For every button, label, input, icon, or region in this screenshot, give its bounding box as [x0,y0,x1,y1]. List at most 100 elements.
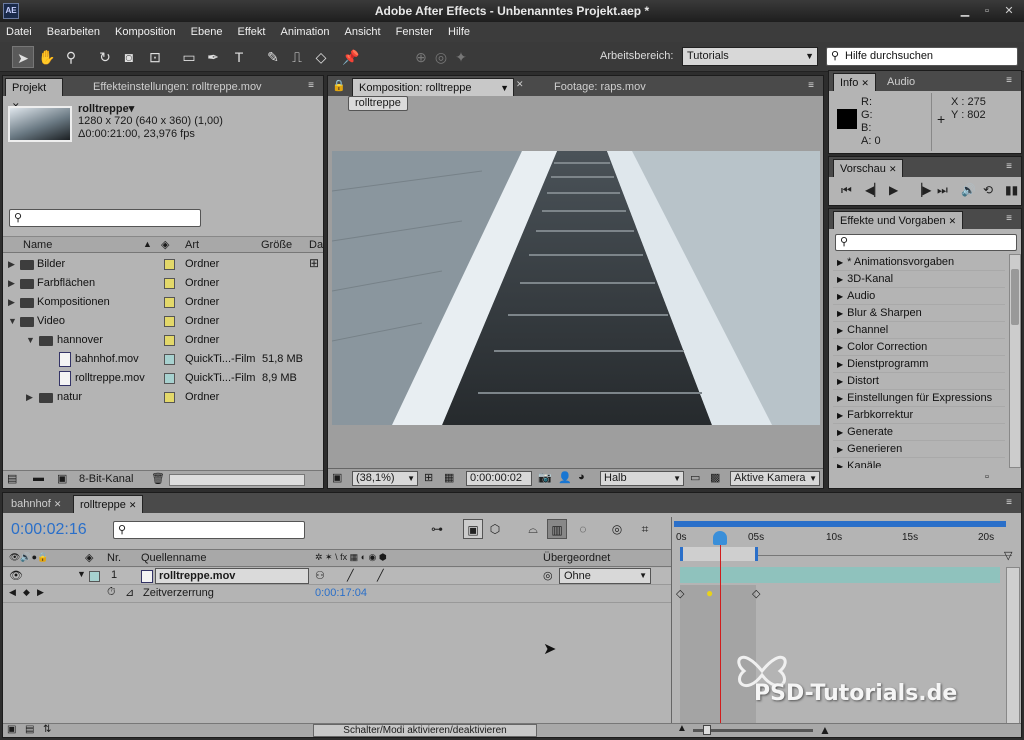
list-item[interactable]: ▶ Audio [833,288,1005,305]
col-parent[interactable]: Übergeordnet [543,552,610,564]
snap-icon[interactable]: ⌗ [635,519,655,539]
list-item[interactable]: ▶ Generate [833,424,1005,441]
list-item[interactable]: ▶ Distort [833,373,1005,390]
menu-animation[interactable]: Animation [275,22,336,42]
pickwhip-icon[interactable]: ◎ [543,569,553,582]
keyframe-selected-icon[interactable]: ● [706,586,713,600]
new-folder-icon[interactable]: ▬ [33,472,44,484]
selection-tool-icon[interactable]: ➤ [12,46,34,68]
col-extra[interactable]: Da [309,239,323,251]
brush-tool-icon[interactable]: ✎ [262,46,284,68]
work-area-bar[interactable] [674,521,1006,527]
ram-preview-icon[interactable]: ▮▮ [1005,183,1018,197]
list-item[interactable]: ▶ Farbflächen Ordner [3,274,305,293]
list-item[interactable]: ▼ Video Ordner [3,312,305,331]
effects-search-input[interactable]: ⚲ [835,234,1017,251]
close-icon[interactable]: ✕ [516,79,524,90]
keyframe-icon[interactable]: ◇ [676,587,684,600]
playhead-handle[interactable] [713,531,727,545]
resolution-dropdown[interactable]: Halb ▼ [600,471,684,486]
eraser-tool-icon[interactable]: ◇ [310,46,332,68]
list-item[interactable]: bahnhof.mov QuickTi...-Film 51,8 MB [3,350,305,369]
panel-menu-icon[interactable]: ≡ [1001,212,1017,226]
layer-duration-bar[interactable] [680,567,1000,583]
motion-blur-icon[interactable]: ▥ [547,519,567,539]
comp-marker-icon[interactable]: ▽ [1004,549,1012,562]
draft-3d-icon[interactable]: ⬡ [485,519,505,539]
frame-blending-icon[interactable]: ⌓ [523,519,543,539]
scrollbar-thumb[interactable] [1011,269,1019,325]
tab-composition[interactable]: Komposition: rolltreppe ▼ [352,78,514,96]
zoom-slider-thumb[interactable] [703,725,711,735]
timeline-timecode[interactable]: 0:00:02:16 [11,521,87,539]
panel-menu-icon[interactable]: ≡ [1001,496,1017,510]
eye-icon[interactable]: 👁 [9,569,23,582]
comp-flowchart-icon[interactable]: ⊶ [427,519,447,539]
panel-menu-icon[interactable]: ≡ [803,79,819,93]
rectangle-tool-icon[interactable]: ▭ [178,46,200,68]
play-icon[interactable]: ▶ [889,183,898,197]
menu-ebene[interactable]: Ebene [185,22,229,42]
graph-editor-icon[interactable]: ◌ [573,519,593,539]
modes-toggle-icon[interactable]: ▤ [25,724,34,735]
loop-icon[interactable]: ⟲ [983,183,993,197]
new-preset-icon[interactable]: ▫ [985,471,989,483]
clone-stamp-tool-icon[interactable]: ⎍ [286,46,308,68]
new-comp-icon[interactable]: ▣ [57,472,67,485]
mask-visibility-icon[interactable]: ▦ [444,471,454,484]
horizontal-scrollbar[interactable] [169,474,305,486]
shy-switch-icon[interactable]: ⚇ [315,569,325,582]
col-name[interactable]: Name [23,239,52,251]
zoom-tool-icon[interactable]: ⚲ [60,46,82,68]
layer-row[interactable]: 👁 ▼ 1 rolltreppe.mov ⚇ ╱ ╱ ◎ Ohne ▼ [3,568,671,585]
region-of-interest-icon[interactable]: ▭ [690,471,700,484]
first-frame-icon[interactable]: ⏮ [841,183,852,198]
puppet-tool-icon[interactable]: 📌 [340,46,362,68]
col-size[interactable]: Größe [261,239,292,251]
pen-tool-icon[interactable]: ✒ [202,46,224,68]
lock-icon[interactable]: 🔒 [332,79,346,92]
tab-preview[interactable]: Vorschau ✕ [833,159,904,177]
snapshot-icon[interactable]: 📷 [538,471,552,484]
keyframe-icon[interactable]: ◇ [752,587,760,600]
parent-dropdown[interactable]: Ohne ▼ [559,568,651,584]
tab-rolltreppe[interactable]: rolltreppe ✕ [73,495,144,513]
safe-zones-icon[interactable]: ⊞ [424,471,433,484]
layer-switches-toggle-icon[interactable]: ▣ [7,724,16,735]
list-item[interactable]: ▶ * Animationsvorgaben [833,254,1005,271]
menu-effekt[interactable]: Effekt [232,22,272,42]
bitdepth-label[interactable]: 8-Bit-Kanal [79,473,133,485]
zoom-dropdown[interactable]: (38,1%) ▼ [352,471,418,486]
comp-breadcrumb[interactable]: rolltreppe [348,96,408,111]
vertical-scrollbar[interactable] [1006,567,1020,727]
live-update-icon[interactable]: ▣ [463,519,483,539]
col-type[interactable]: Art [185,239,199,251]
list-item[interactable]: ▶ Kanäle [833,458,1005,468]
list-item[interactable]: ▶ Color Correction [833,339,1005,356]
text-tool-icon[interactable]: T [228,46,250,68]
last-frame-icon[interactable]: ⏭ [937,183,948,198]
camera-tool-icon[interactable]: ◙ [118,46,140,68]
menu-hilfe[interactable]: Hilfe [442,22,476,42]
menu-komposition[interactable]: Komposition [109,22,182,42]
list-item[interactable]: ▼ hannover Ordner [3,331,305,350]
add-keyframe-icon[interactable]: ◆ [23,587,30,598]
trash-icon[interactable]: 🗑 [151,472,165,485]
in-out-toggle-icon[interactable]: ⇅ [43,724,51,735]
project-search-input[interactable]: ⚲ [9,209,201,227]
toggle-switches-modes-button[interactable]: Schalter/Modi aktivieren/deaktivieren [313,724,537,737]
property-value[interactable]: 0:00:17:04 [315,587,367,599]
zoom-out-icon[interactable]: ▲ [677,723,687,734]
timeline-search-input[interactable]: ⚲ [113,521,305,539]
pan-behind-tool-icon[interactable]: ⊡ [144,46,166,68]
menu-bearbeiten[interactable]: Bearbeiten [41,22,106,42]
list-item[interactable]: ▶ Kompositionen Ordner [3,293,305,312]
interpret-footage-icon[interactable]: ▤ [7,472,17,485]
menu-ansicht[interactable]: Ansicht [339,22,387,42]
camera-dropdown[interactable]: Aktive Kamera ▼ [730,471,820,486]
maximize-button[interactable]: ▫ [978,4,996,18]
vertical-scrollbar[interactable] [1009,254,1021,468]
channel-icon[interactable]: ◕ [578,471,585,483]
tab-footage[interactable]: Footage: raps.mov [548,78,652,96]
col-source-name[interactable]: Quellenname [141,552,206,564]
